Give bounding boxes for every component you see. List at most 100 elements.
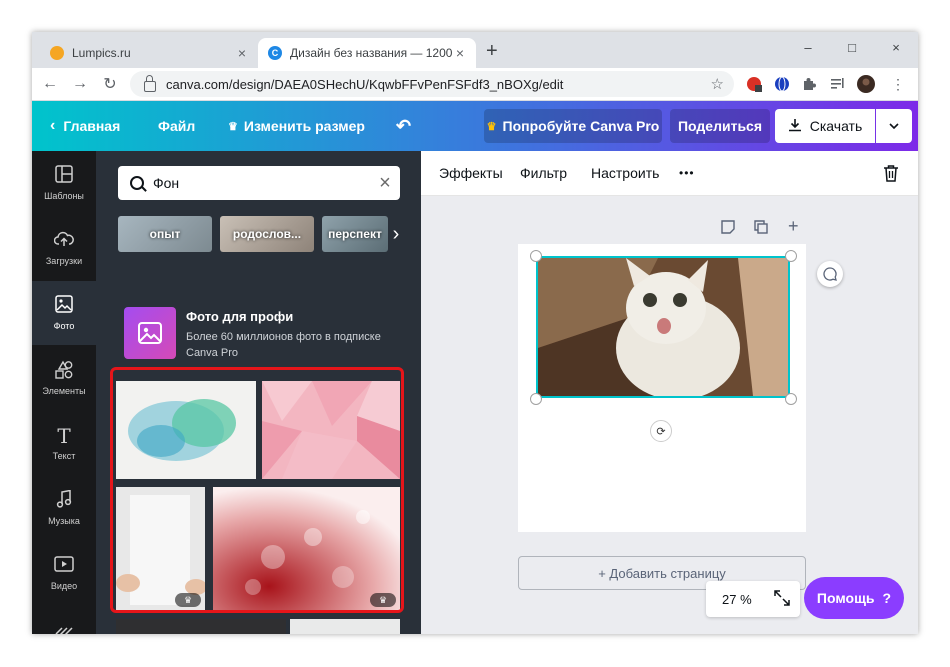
download-button[interactable]: Скачать — [775, 109, 875, 143]
suggestion-chip[interactable]: опыт — [118, 216, 212, 252]
help-question-icon: ? — [882, 590, 892, 606]
chevron-right-icon[interactable]: › — [386, 216, 406, 252]
download-options-chevron-down-icon[interactable] — [876, 109, 912, 143]
music-icon — [56, 489, 72, 512]
photo-tile-dark[interactable] — [116, 619, 286, 634]
rail-item-photos[interactable]: Фото — [32, 281, 96, 345]
reload-icon[interactable]: ↻ — [100, 74, 120, 94]
file-menu-button[interactable]: Файл — [158, 101, 195, 151]
rail-item-more[interactable] — [32, 606, 96, 634]
help-label: Помощь — [816, 590, 875, 606]
rail-item-elements[interactable]: Элементы — [32, 346, 96, 410]
close-icon[interactable]: × — [234, 45, 250, 61]
share-button[interactable]: Поделиться — [670, 109, 770, 143]
rail-label: Музыка — [48, 516, 80, 526]
playlist-icon[interactable] — [828, 74, 848, 94]
home-button[interactable]: ‹ Главная — [50, 101, 120, 151]
add-page-plus-icon[interactable]: + — [788, 216, 799, 237]
rotate-icon[interactable]: ⟳ — [650, 420, 672, 442]
new-tab-button[interactable]: + — [486, 40, 498, 63]
browser-toolbar: ← → ↻ canva.com/design/DAEA0SHechU/KqwbF… — [32, 68, 918, 101]
pro-card-description: Более 60 миллионов фото в подписке Canva… — [186, 331, 381, 359]
rail-item-video[interactable]: Видео — [32, 541, 96, 605]
resize-label: Изменить размер — [243, 118, 365, 134]
bookmark-star-icon[interactable]: ☆ — [711, 75, 724, 93]
url-text: canva.com/design/DAEA0SHechU/KqwbFFvPenF… — [166, 76, 564, 92]
rail-item-uploads[interactable]: Загрузки — [32, 216, 96, 280]
rail-item-text[interactable]: T Текст — [32, 411, 96, 475]
tab-lumpics[interactable]: Lumpics.ru × — [40, 38, 258, 68]
browser-window: Lumpics.ru × C Дизайн без названия — 120… — [32, 32, 918, 634]
resize-handle[interactable] — [530, 393, 542, 405]
adjust-button[interactable]: Настроить — [591, 151, 659, 195]
avatar[interactable] — [856, 74, 876, 94]
puzzle-icon[interactable] — [800, 74, 820, 94]
filter-button[interactable]: Фильтр — [520, 151, 567, 195]
close-window-button[interactable]: × — [874, 32, 918, 62]
undo-icon[interactable]: ↶ — [396, 101, 411, 151]
address-bar[interactable]: canva.com/design/DAEA0SHechU/KqwbFFvPenF… — [130, 71, 734, 97]
home-label: Главная — [63, 118, 121, 134]
extension-red-icon[interactable] — [744, 74, 764, 94]
zoom-level: 27 % — [722, 591, 752, 607]
tab-strip: Lumpics.ru × C Дизайн без названия — 120… — [32, 32, 918, 68]
rail-label: Загрузки — [45, 256, 83, 266]
photos-panel: Фон × опыт родослов... перспект › Фото д… — [96, 151, 421, 634]
more-options-button[interactable]: ••• — [679, 151, 695, 195]
try-pro-button[interactable]: ♛ Попробуйте Canva Pro — [484, 109, 662, 143]
extension-globe-icon[interactable] — [772, 74, 792, 94]
clear-search-icon[interactable]: × — [370, 172, 400, 195]
rail-item-templates[interactable]: Шаблоны — [32, 151, 96, 215]
lock-icon — [144, 74, 156, 92]
download-label: Скачать — [809, 118, 863, 134]
chip-label: перспект — [328, 227, 382, 241]
cat-photo[interactable] — [536, 256, 790, 398]
tab-title: Lumpics.ru — [72, 46, 131, 60]
add-comment-icon[interactable] — [817, 261, 843, 287]
suggestion-chip[interactable]: перспект — [322, 216, 388, 252]
rail-label: Текст — [52, 451, 76, 461]
resize-button[interactable]: ♛ Изменить размер — [228, 101, 365, 151]
canvas-workspace: + ⟳ + Добавить страницу 27 % Помощь ? — [421, 196, 918, 634]
elements-icon — [54, 360, 74, 382]
search-value: Фон — [153, 175, 180, 191]
download-icon — [788, 118, 802, 135]
photo-tile-marble[interactable] — [290, 619, 400, 634]
help-button[interactable]: Помощь ? — [804, 577, 904, 619]
resize-handle[interactable] — [785, 393, 797, 405]
rail-label: Элементы — [42, 386, 86, 396]
search-input[interactable]: Фон × — [118, 166, 400, 200]
minimize-button[interactable]: – — [786, 32, 830, 62]
crown-icon: ♛ — [228, 120, 238, 133]
image-icon — [124, 307, 176, 359]
back-arrow-icon[interactable]: ← — [40, 74, 60, 94]
tab-canva-design[interactable]: C Дизайн без названия — 1200 × × — [258, 38, 476, 68]
effects-button[interactable]: Эффекты — [439, 151, 503, 195]
browser-menu-icon[interactable]: ⋮ — [888, 74, 908, 94]
suggestion-chip[interactable]: родослов... — [220, 216, 314, 252]
chevron-left-icon: ‹ — [50, 117, 56, 134]
pro-card-title: Фото для профи — [186, 309, 294, 324]
tab-title: Дизайн без названия — 1200 × — [290, 46, 452, 60]
text-icon: T — [57, 424, 71, 448]
resize-handle[interactable] — [785, 250, 797, 262]
more-pattern-icon — [55, 627, 73, 634]
note-icon[interactable] — [721, 220, 735, 238]
search-icon — [130, 176, 144, 190]
rail-label: Фото — [53, 321, 75, 331]
duplicate-page-icon[interactable] — [754, 220, 768, 238]
forward-arrow-icon[interactable]: → — [70, 74, 90, 94]
upload-icon — [53, 230, 74, 252]
resize-handle[interactable] — [530, 250, 542, 262]
window-controls: – □ × — [786, 32, 918, 62]
close-icon[interactable]: × — [452, 45, 468, 61]
maximize-button[interactable]: □ — [830, 32, 874, 62]
rail-item-music[interactable]: Музыка — [32, 476, 96, 540]
fullscreen-icon[interactable] — [773, 589, 790, 609]
design-page[interactable]: ⟳ — [518, 244, 806, 532]
trash-icon[interactable] — [883, 151, 899, 195]
rail-label: Шаблоны — [44, 191, 84, 201]
zoom-control[interactable]: 27 % — [706, 581, 800, 617]
templates-icon — [55, 165, 73, 187]
pro-photos-card[interactable]: Фото для профи Более 60 миллионов фото в… — [124, 307, 404, 363]
